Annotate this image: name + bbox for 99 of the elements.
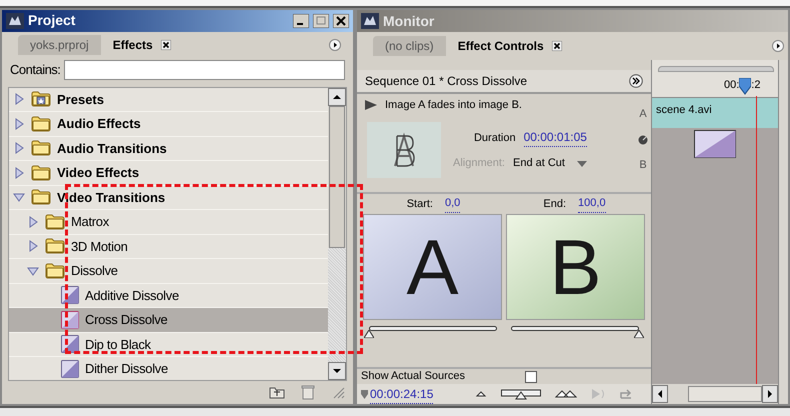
tree-row[interactable]: Audio Effects	[9, 112, 328, 137]
expand-arrow-icon[interactable]	[13, 118, 25, 130]
folder-icon	[45, 262, 65, 280]
tree-row[interactable]: Matrox	[9, 210, 328, 235]
scroll-up-icon[interactable]	[328, 88, 346, 106]
item-label: Dip to Black	[85, 336, 151, 354]
close-icon[interactable]	[552, 41, 562, 51]
resize-grip-icon[interactable]	[331, 385, 345, 400]
forward-icon[interactable]	[629, 74, 643, 88]
item-label: Cross Dissolve	[85, 311, 168, 330]
tree-row[interactable]: Audio Transitions	[9, 136, 328, 162]
tree-row[interactable]: Video Effects	[9, 161, 328, 186]
scroll-thumb[interactable]	[329, 106, 345, 248]
expand-arrow-icon[interactable]	[27, 216, 39, 228]
duration-value[interactable]: 00:00:01:05	[524, 128, 587, 148]
track-label: B	[639, 158, 647, 172]
item-label: Dissolve	[71, 262, 118, 280]
zoom-in-icon[interactable]	[555, 390, 578, 398]
zoom-slider-icon[interactable]	[501, 388, 542, 400]
scrollbar[interactable]	[652, 384, 778, 404]
panel-menu-icon[interactable]	[772, 40, 784, 52]
collapse-arrow-icon[interactable]	[27, 264, 39, 277]
folder-icon	[31, 164, 51, 182]
scrollbar[interactable]	[328, 88, 346, 380]
folder-icon	[45, 212, 65, 231]
transition-icon	[61, 360, 79, 378]
transition-block[interactable]	[694, 130, 736, 158]
collapse-arrow-icon[interactable]	[13, 191, 25, 204]
app-icon	[6, 12, 24, 29]
item-label: Matrox	[71, 213, 109, 232]
window-title: Monitor	[383, 12, 434, 30]
item-label: Audio Effects	[57, 115, 141, 134]
scrollbar[interactable]	[778, 60, 788, 404]
ruler-time: :2	[751, 78, 760, 93]
search-field[interactable]	[64, 60, 345, 80]
tree-row[interactable]: Dissolve	[9, 259, 328, 284]
expand-arrow-icon[interactable]	[13, 166, 25, 179]
tree-row[interactable]: Cross Dissolve	[9, 308, 328, 333]
minimize-icon[interactable]	[293, 14, 309, 28]
start-value[interactable]: 0,0	[445, 195, 460, 213]
scroll-thumb[interactable]	[688, 386, 762, 402]
scroll-left-icon[interactable]	[652, 385, 668, 403]
clip[interactable]: scene 4.avi	[652, 98, 778, 128]
preview-b: B	[506, 214, 645, 320]
transition-icon	[61, 286, 79, 304]
slider-thumb[interactable]	[364, 330, 374, 338]
field-label: Contains:	[10, 61, 60, 80]
dissolve-thumbnail-icon	[367, 122, 441, 178]
playhead-icon[interactable]	[739, 78, 752, 96]
folder-icon	[45, 237, 65, 256]
scroll-down-icon[interactable]	[328, 362, 346, 380]
expand-arrow-icon[interactable]	[13, 142, 25, 154]
checkbox[interactable]	[524, 370, 537, 382]
slider-thumb[interactable]	[634, 330, 644, 338]
window-title: Project	[28, 11, 76, 30]
new-folder-icon[interactable]	[269, 385, 285, 400]
maximize-icon[interactable]	[313, 14, 329, 28]
zoom-out-icon[interactable]	[475, 391, 488, 397]
end-value[interactable]: 100,0	[578, 195, 606, 213]
item-label: Video Effects	[57, 164, 140, 182]
field-label: Start:	[406, 196, 433, 212]
folder-icon	[31, 139, 51, 158]
field-label: Alignment:	[453, 156, 505, 172]
stopwatch-icon[interactable]	[638, 134, 648, 144]
item-label: Presets	[57, 90, 104, 109]
tree-row[interactable]: Dither Dissolve	[9, 357, 328, 380]
tree-row[interactable]: Presets	[9, 88, 328, 112]
field-label: End:	[543, 196, 566, 212]
tree-row[interactable]: 3D Motion	[9, 234, 328, 260]
trash-icon[interactable]	[301, 384, 315, 400]
track-label: A	[639, 107, 647, 122]
sequence-title: Sequence 01 * Cross Dissolve	[365, 73, 528, 90]
item-label: Dither Dissolve	[85, 360, 168, 378]
preview-a: A	[363, 214, 502, 320]
scroll-right-icon[interactable]	[762, 385, 778, 403]
item-label: 3D Motion	[71, 238, 128, 256]
clip-name: scene 4.avi	[656, 103, 712, 118]
dropdown-arrow-icon	[576, 160, 587, 166]
marker-icon	[361, 390, 368, 398]
play-icon[interactable]	[365, 100, 377, 110]
app-icon	[361, 13, 379, 29]
tab[interactable]: (no clips)	[373, 36, 446, 56]
item-label: Additive Dissolve	[85, 286, 179, 305]
description: Image A fades into image B.	[385, 98, 522, 113]
star-folder-icon	[31, 90, 51, 108]
checkbox-label: Show Actual Sources	[361, 369, 465, 384]
ruler-time: 00:	[724, 78, 740, 93]
close-icon[interactable]	[160, 40, 171, 50]
alignment-dropdown[interactable]: End at Cut	[512, 155, 587, 172]
field-label: Duration	[474, 130, 516, 146]
tab[interactable]: yoks.prproj	[18, 35, 101, 56]
item-label: Audio Transitions	[57, 140, 167, 158]
panel-menu-icon[interactable]	[329, 39, 341, 52]
folder-icon	[31, 114, 51, 133]
folder-icon	[31, 188, 51, 206]
expand-arrow-icon[interactable]	[27, 240, 39, 252]
expand-arrow-icon[interactable]	[13, 93, 25, 106]
close-icon[interactable]	[333, 14, 349, 28]
tree-row[interactable]: Dip to Black	[9, 332, 328, 358]
